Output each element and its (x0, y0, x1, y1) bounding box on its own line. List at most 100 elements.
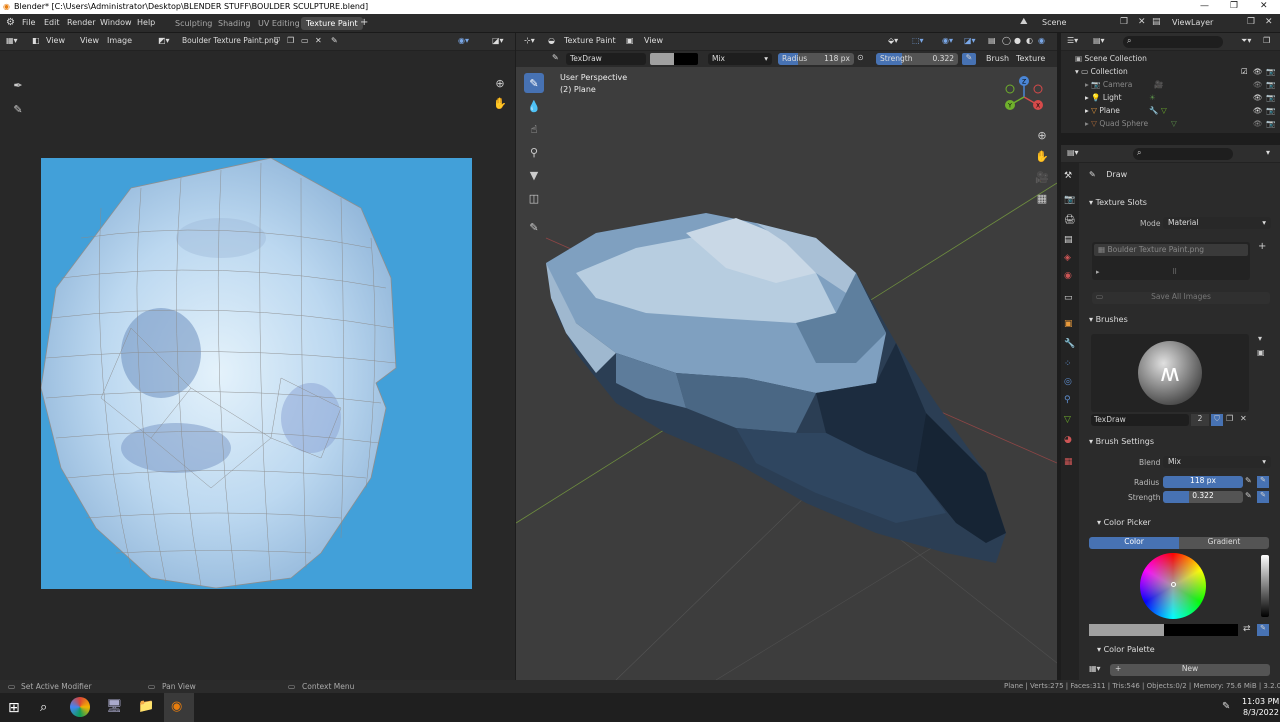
scene-tab-icon[interactable]: ◈ (1064, 253, 1071, 263)
tab-sculpting[interactable]: Sculpting (170, 17, 217, 30)
output-tab-icon[interactable]: 🖨 (1064, 215, 1075, 225)
plane-render-icon[interactable]: 📷 (1266, 106, 1275, 115)
sample-tool-icon[interactable]: ✒ (8, 75, 28, 95)
camera-render-icon[interactable]: 📷 (1266, 80, 1275, 89)
brush-list-dropdown-icon[interactable]: ▾ (1258, 334, 1262, 343)
brush-name-input[interactable]: TexDraw (1091, 414, 1189, 426)
brush-blend-dropdown[interactable]: Mix ▾ (1163, 456, 1271, 468)
color-picker-panel-header[interactable]: ▾ Color Picker (1097, 518, 1280, 532)
image-view-menu[interactable]: View (80, 36, 99, 45)
render-tab-icon[interactable]: 📷 (1064, 195, 1075, 205)
minimize-icon[interactable]: — (1200, 1, 1209, 11)
new-image-icon[interactable]: ❐ (287, 36, 294, 45)
new-collection-icon[interactable]: ❐ (1263, 36, 1270, 45)
close-icon[interactable]: ✕ (1260, 1, 1268, 11)
color-tab[interactable]: Color (1089, 537, 1179, 549)
navigation-gizmo[interactable]: Z X Y (1002, 75, 1046, 119)
color-palette-panel-header[interactable]: ▾ Color Palette (1097, 645, 1280, 659)
windows-start-icon[interactable]: ⊞ (8, 700, 20, 716)
duplicate-brush-icon[interactable]: ❐ (1226, 414, 1233, 423)
outliner-scene-collection[interactable]: ▣ Scene Collection (1075, 54, 1265, 67)
overlay-icon[interactable]: ◪▾ (492, 36, 504, 45)
light-render-icon[interactable]: 📷 (1266, 93, 1275, 102)
fake-user-shield-icon[interactable]: ⛉ (1211, 414, 1223, 426)
view-layer-tab-icon[interactable]: ▤ (1064, 235, 1073, 245)
image-name-field[interactable]: Boulder Texture Paint.png (182, 36, 278, 45)
tool-tab-icon[interactable]: ⚒ (1064, 171, 1072, 181)
camera-visibility-icon[interactable]: 👁 (1253, 80, 1263, 89)
filter-icon[interactable]: ⏷▾ (1241, 36, 1251, 46)
brush-radius-unit-icon[interactable]: ✎ (1245, 476, 1252, 485)
brush-user-count[interactable]: 2 (1191, 414, 1209, 426)
remove-scene-icon[interactable]: ✕ (1138, 17, 1146, 27)
image-browse-icon[interactable]: ◩▾ (158, 36, 170, 45)
save-all-images-button[interactable]: ▭ Save All Images (1092, 292, 1270, 304)
modifier-tab-icon[interactable]: 🔧 (1064, 339, 1075, 349)
open-image-icon[interactable]: ▭ (301, 36, 309, 45)
value-slider[interactable] (1261, 555, 1269, 617)
new-palette-button[interactable]: + New (1110, 664, 1270, 676)
swap-colors-icon[interactable]: ⇄ (1243, 624, 1251, 634)
texture-mode-dropdown[interactable]: Material ▾ (1163, 217, 1271, 229)
brush-strength-slider[interactable]: 0.322 (1163, 491, 1243, 503)
properties-search-input[interactable]: ⌕ (1133, 148, 1233, 160)
menu-render[interactable]: Render (67, 18, 95, 27)
brush-preview[interactable]: ʍ (1091, 334, 1249, 412)
gizmo-toggle-icon[interactable]: ◉▾ (458, 36, 469, 45)
ortho-toggle-icon[interactable]: ▦ (1032, 188, 1052, 208)
add-workspace-icon[interactable]: + (360, 17, 368, 28)
fake-user-icon[interactable]: ⛉ (274, 36, 280, 46)
image-mode-icon[interactable]: ◧ (32, 36, 40, 45)
list-expand-icon[interactable]: ▸ (1096, 268, 1100, 276)
physics-tab-icon[interactable]: ◎ (1064, 377, 1072, 387)
network-icon[interactable]: ✎ (1222, 701, 1230, 712)
unlink-brush-icon[interactable]: ✕ (1240, 414, 1247, 423)
material-tab-icon[interactable]: ◕ (1064, 435, 1072, 445)
annotate-tool-icon[interactable]: ✎ (8, 99, 28, 119)
outliner-editor-type-icon[interactable]: ☰▾ (1067, 36, 1078, 45)
texture-slot-list[interactable]: ▦ Boulder Texture Paint.png ▸ ⠿ (1092, 242, 1250, 280)
brush-radius-pressure-icon[interactable]: ✎ (1257, 476, 1269, 488)
tab-uv-editing[interactable]: UV Editing (253, 17, 305, 30)
texture-image[interactable] (41, 158, 472, 589)
scene-name[interactable]: Scene (1042, 18, 1066, 27)
sphere-visibility-icon[interactable]: 👁 (1253, 119, 1263, 128)
brush-radius-slider[interactable]: 118 px (1163, 476, 1243, 488)
view-layer-name[interactable]: ViewLayer (1172, 18, 1213, 27)
menu-edit[interactable]: Edit (44, 18, 60, 27)
plane-visibility-icon[interactable]: 👁 (1253, 106, 1263, 115)
expand-icon[interactable]: ▾ (1075, 67, 1079, 76)
texture-slot-item[interactable]: ▦ Boulder Texture Paint.png (1094, 244, 1248, 256)
picker-secondary-swatch[interactable] (1164, 624, 1238, 636)
picker-primary-swatch[interactable] (1089, 624, 1164, 636)
file-explorer-icon[interactable]: 📁 (138, 699, 154, 714)
menu-file[interactable]: File (22, 18, 35, 27)
remove-view-layer-icon[interactable]: ✕ (1265, 17, 1273, 27)
particles-tab-icon[interactable]: ⁘ (1064, 359, 1072, 369)
outliner-item-quad-sphere[interactable]: ▸ ▽ Quad Sphere ▽ 👁 📷 (1085, 119, 1275, 132)
brushes-panel-header[interactable]: ▾ Brushes (1089, 315, 1274, 329)
maximize-icon[interactable]: ❐ (1230, 1, 1238, 11)
collection-checkbox[interactable]: ☑ (1241, 67, 1248, 76)
add-texture-slot-icon[interactable]: + (1258, 241, 1266, 252)
display-mode-icon[interactable]: ▤▾ (1093, 36, 1105, 45)
unlink-image-icon[interactable]: ✕ (315, 36, 322, 45)
world-tab-icon[interactable]: ◉ (1064, 271, 1072, 281)
constraints-tab-icon[interactable]: ⚲ (1064, 395, 1071, 405)
palette-browse-icon[interactable]: ▦▾ (1089, 664, 1101, 673)
tab-texture-paint[interactable]: Texture Paint (301, 17, 363, 30)
explorer-app-icon[interactable]: 🖥 (106, 699, 123, 714)
outliner-item-plane[interactable]: ▸ ▽ Plane 🔧 ▽ 👁 📷 (1085, 106, 1275, 119)
color-wheel-cursor[interactable] (1171, 582, 1176, 587)
properties-options-icon[interactable]: ▾ (1266, 148, 1270, 157)
brush-strength-pressure-icon[interactable]: ✎ (1257, 491, 1269, 503)
new-scene-icon[interactable]: ❐ (1120, 17, 1128, 27)
viewport-zoom-icon[interactable]: ⊕ (1032, 125, 1052, 145)
outliner[interactable]: ☰▾ ▤▾ ⌕ ⏷▾ ❐ ▣ Scene Collection ▾ ▭ Coll… (1061, 33, 1280, 133)
pan-hand-icon[interactable]: ✋ (490, 93, 510, 113)
zoom-icon[interactable]: ⊕ (490, 73, 510, 93)
image-view-dropdown[interactable]: View (46, 36, 65, 45)
outliner-item-light[interactable]: ▸ 💡 Light ☀ 👁 📷 (1085, 93, 1275, 106)
outliner-collection[interactable]: ▾ ▭ Collection ☑ 👁 📷 (1075, 67, 1275, 80)
editor-type-icon[interactable]: ▦▾ (6, 36, 18, 45)
